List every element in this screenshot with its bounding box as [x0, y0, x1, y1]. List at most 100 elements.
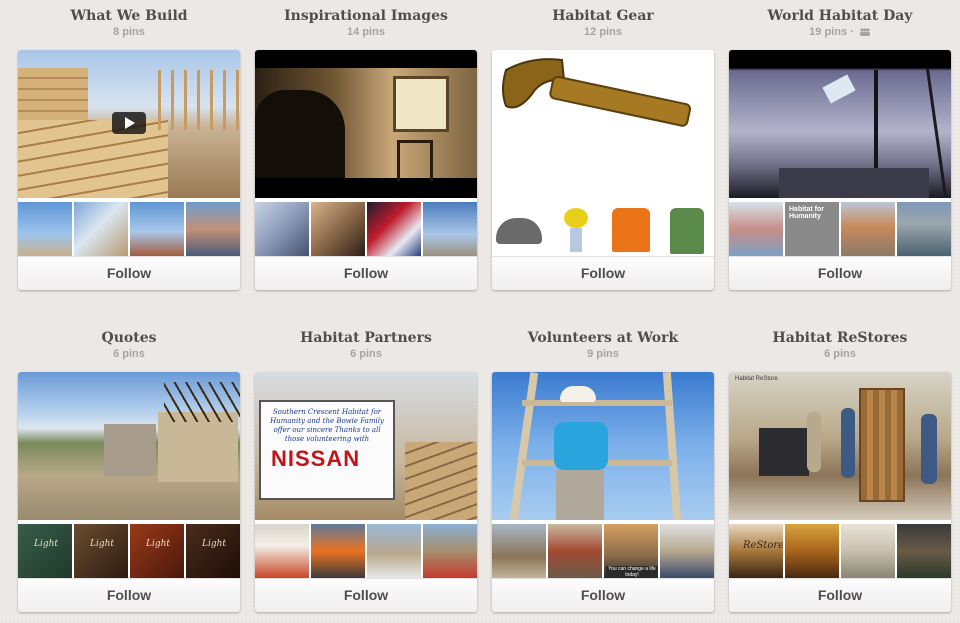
thumbnail-image	[367, 202, 421, 256]
pin-count: 12 pins	[584, 26, 622, 38]
board-world-habitat-day: World Habitat Day 19 pins · Habitat for …	[729, 0, 951, 290]
follow-button[interactable]: Follow	[255, 578, 477, 612]
group-icon	[859, 28, 870, 37]
follow-button[interactable]: Follow	[18, 578, 240, 612]
pin-count: 19 pins ·	[729, 25, 951, 39]
board-title[interactable]: Habitat ReStores	[729, 329, 951, 347]
thumbnail-image	[897, 202, 951, 256]
thumbnail-image: Light	[130, 524, 184, 578]
board-card[interactable]: Southern Crescent Habitat for Humanity a…	[255, 372, 477, 612]
nissan-text: NISSAN	[271, 446, 361, 471]
board-cover-image[interactable]: Southern Crescent Habitat for Humanity a…	[255, 372, 477, 520]
follow-button[interactable]: Follow	[255, 256, 477, 290]
thumbnail-image	[897, 524, 951, 578]
board-thumbnails: ReStore	[729, 524, 951, 578]
board-thumbnails: Habitat for Humanity	[729, 202, 951, 256]
board-thumbnails	[255, 202, 477, 256]
board-card[interactable]: Light Light Light Light Follow	[18, 372, 240, 612]
thumbnail-image	[604, 202, 658, 256]
board-cover-image[interactable]	[492, 372, 714, 520]
thumbnail-image	[311, 524, 365, 578]
play-icon[interactable]	[112, 112, 146, 134]
board-what-we-build: What We Build 8 pins Follow	[18, 0, 240, 290]
thumbnail-image	[130, 202, 184, 256]
thumbnail-image: You can change a life today!	[604, 524, 658, 578]
board-cover-image[interactable]	[492, 50, 714, 198]
nissan-sign: Southern Crescent Habitat for Humanity a…	[259, 400, 395, 500]
habitat-logo: Habitat for Humanity	[789, 206, 824, 220]
thumbnail-image	[492, 524, 546, 578]
sign-text: Southern Crescent Habitat for Humanity a…	[270, 408, 384, 443]
thumbnail-image	[785, 524, 839, 578]
board-quotes: Quotes 6 pins Light Light Light Light Fo…	[18, 322, 240, 612]
pin-count: 14 pins	[347, 26, 385, 38]
thumbnail-image	[255, 524, 309, 578]
thumbnail-image: Light	[74, 524, 128, 578]
thumbnail-image	[255, 202, 309, 256]
thumbnail-image	[186, 202, 240, 256]
pin-count-text: 19 pins ·	[809, 26, 857, 38]
board-volunteers-at-work: Volunteers at Work 9 pins You can change…	[492, 322, 714, 612]
follow-button[interactable]: Follow	[492, 256, 714, 290]
caption-text: You can change a life today!	[606, 566, 658, 578]
quote-text: Light	[33, 539, 59, 549]
board-cover-image[interactable]: Habitat ReStore	[729, 372, 951, 520]
pin-count: 6 pins	[113, 348, 145, 360]
board-card[interactable]: Follow	[255, 50, 477, 290]
thumbnail-image	[74, 202, 128, 256]
thumbnail-image	[660, 202, 714, 256]
board-title[interactable]: What We Build	[18, 7, 240, 25]
thumbnail-image	[548, 524, 602, 578]
board-title[interactable]: Inspirational Images	[255, 7, 477, 25]
quote-text: Light	[145, 539, 171, 549]
board-habitat-gear: Habitat Gear 12 pins Follow	[492, 0, 714, 290]
board-title[interactable]: Habitat Partners	[255, 329, 477, 347]
thumbnail-image	[492, 202, 546, 256]
board-card[interactable]: Habitat for Humanity Follow	[729, 50, 951, 290]
board-cover-image[interactable]	[255, 50, 477, 198]
board-card[interactable]: Follow	[18, 50, 240, 290]
board-card[interactable]: Habitat ReStore ReStore Follow	[729, 372, 951, 612]
thumbnail-image	[18, 202, 72, 256]
board-title[interactable]: Quotes	[18, 329, 240, 347]
hammer-image	[502, 58, 692, 127]
pin-count: 9 pins	[587, 348, 619, 360]
restore-sign: Habitat ReStore	[735, 376, 778, 382]
thumbnail-image	[423, 202, 477, 256]
quote-text: Light	[89, 539, 115, 549]
pin-count: 6 pins	[350, 348, 382, 360]
follow-button[interactable]: Follow	[729, 578, 951, 612]
thumbnail-image	[729, 202, 783, 256]
board-inspirational-images: Inspirational Images 14 pins Follow	[255, 0, 477, 290]
thumbnail-image: ReStore	[729, 524, 783, 578]
thumbnail-image	[311, 202, 365, 256]
thumbnail-image: Light	[186, 524, 240, 578]
pin-count: 8 pins	[113, 26, 145, 38]
thumbnail-image	[423, 524, 477, 578]
board-habitat-partners: Habitat Partners 6 pins Southern Crescen…	[255, 322, 477, 612]
board-thumbnails	[255, 524, 477, 578]
follow-button[interactable]: Follow	[729, 256, 951, 290]
quote-text: Light	[201, 539, 227, 549]
thumbnail-image	[367, 524, 421, 578]
board-card[interactable]: You can change a life today! Follow	[492, 372, 714, 612]
board-cover-image[interactable]	[18, 372, 240, 520]
board-title[interactable]: Habitat Gear	[492, 7, 714, 25]
follow-button[interactable]: Follow	[18, 256, 240, 290]
board-thumbnails: Light Light Light Light	[18, 524, 240, 578]
thumbnail-image	[548, 202, 602, 256]
board-card[interactable]: Follow	[492, 50, 714, 290]
board-thumbnails: You can change a life today!	[492, 524, 714, 578]
follow-button[interactable]: Follow	[492, 578, 714, 612]
board-thumbnails	[492, 202, 714, 256]
thumbnail-image: Habitat for Humanity	[785, 202, 839, 256]
board-cover-image[interactable]	[729, 50, 951, 198]
board-habitat-restores: Habitat ReStores 6 pins Habitat ReStore …	[729, 322, 951, 612]
restore-thumb-text: ReStore	[743, 540, 783, 551]
pin-count: 6 pins	[824, 348, 856, 360]
board-title[interactable]: World Habitat Day	[729, 7, 951, 25]
thumbnail-image	[660, 524, 714, 578]
board-cover-image[interactable]	[18, 50, 240, 198]
thumbnail-image: Light	[18, 524, 72, 578]
board-title[interactable]: Volunteers at Work	[492, 329, 714, 347]
